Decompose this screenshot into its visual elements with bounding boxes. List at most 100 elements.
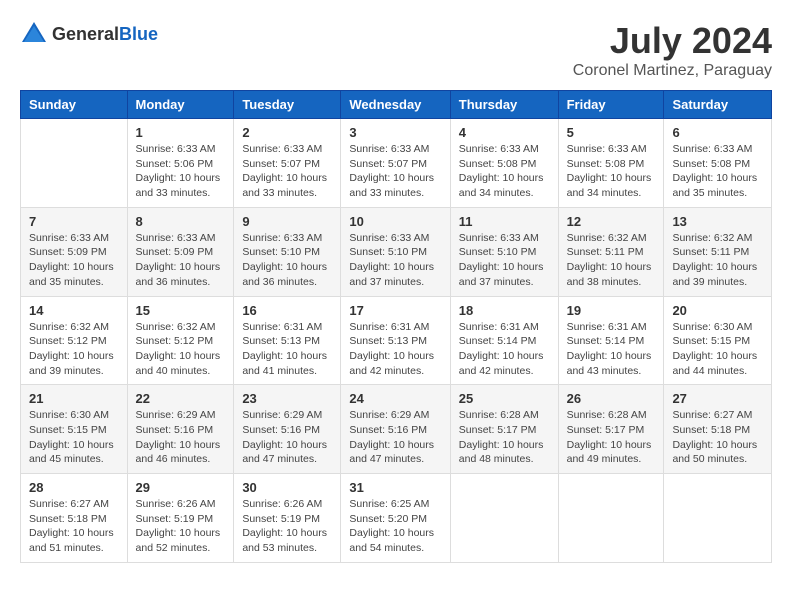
table-row: 23 Sunrise: 6:29 AMSunset: 5:16 PMDayligh… bbox=[234, 385, 341, 474]
table-row: 28 Sunrise: 6:27 AMSunset: 5:18 PMDayligh… bbox=[21, 474, 128, 563]
day-info: Sunrise: 6:31 AMSunset: 5:14 PMDaylight:… bbox=[459, 320, 550, 379]
calendar-week-row: 28 Sunrise: 6:27 AMSunset: 5:18 PMDayligh… bbox=[21, 474, 772, 563]
day-info: Sunrise: 6:33 AMSunset: 5:09 PMDaylight:… bbox=[29, 231, 119, 290]
table-row bbox=[21, 119, 128, 208]
day-number: 16 bbox=[242, 303, 332, 318]
day-info: Sunrise: 6:33 AMSunset: 5:07 PMDaylight:… bbox=[242, 142, 332, 201]
logo: GeneralBlue bbox=[20, 20, 158, 48]
table-row: 21 Sunrise: 6:30 AMSunset: 5:15 PMDayligh… bbox=[21, 385, 128, 474]
table-row: 3 Sunrise: 6:33 AMSunset: 5:07 PMDaylight… bbox=[341, 119, 450, 208]
day-number: 22 bbox=[136, 391, 226, 406]
calendar-week-row: 7 Sunrise: 6:33 AMSunset: 5:09 PMDaylight… bbox=[21, 207, 772, 296]
day-info: Sunrise: 6:33 AMSunset: 5:10 PMDaylight:… bbox=[349, 231, 441, 290]
table-row: 19 Sunrise: 6:31 AMSunset: 5:14 PMDayligh… bbox=[558, 296, 664, 385]
day-info: Sunrise: 6:27 AMSunset: 5:18 PMDaylight:… bbox=[29, 497, 119, 556]
table-row: 10Sunrise: 6:33 AMSunset: 5:10 PMDayligh… bbox=[341, 207, 450, 296]
day-number: 18 bbox=[459, 303, 550, 318]
day-info: Sunrise: 6:33 AMSunset: 5:10 PMDaylight:… bbox=[459, 231, 550, 290]
day-number: 30 bbox=[242, 480, 332, 495]
table-row: 30 Sunrise: 6:26 AMSunset: 5:19 PMDayligh… bbox=[234, 474, 341, 563]
table-row: 20 Sunrise: 6:30 AMSunset: 5:15 PMDayligh… bbox=[664, 296, 772, 385]
day-info: Sunrise: 6:33 AMSunset: 5:07 PMDaylight:… bbox=[349, 142, 441, 201]
day-number: 21 bbox=[29, 391, 119, 406]
day-info: Sunrise: 6:33 AMSunset: 5:06 PMDaylight:… bbox=[136, 142, 226, 201]
table-row: 7 Sunrise: 6:33 AMSunset: 5:09 PMDaylight… bbox=[21, 207, 128, 296]
col-saturday: Saturday bbox=[664, 91, 772, 119]
day-info: Sunrise: 6:30 AMSunset: 5:15 PMDaylight:… bbox=[672, 320, 763, 379]
col-friday: Friday bbox=[558, 91, 664, 119]
day-number: 12 bbox=[567, 214, 656, 229]
day-number: 27 bbox=[672, 391, 763, 406]
table-row: 24 Sunrise: 6:29 AMSunset: 5:16 PMDayligh… bbox=[341, 385, 450, 474]
day-info: Sunrise: 6:29 AMSunset: 5:16 PMDaylight:… bbox=[242, 408, 332, 467]
table-row: 13 Sunrise: 6:32 AMSunset: 5:11 PMDayligh… bbox=[664, 207, 772, 296]
day-info: Sunrise: 6:33 AMSunset: 5:08 PMDaylight:… bbox=[672, 142, 763, 201]
day-info: Sunrise: 6:28 AMSunset: 5:17 PMDaylight:… bbox=[459, 408, 550, 467]
day-number: 19 bbox=[567, 303, 656, 318]
table-row: 1 Sunrise: 6:33 AMSunset: 5:06 PMDaylight… bbox=[127, 119, 234, 208]
table-row: 8 Sunrise: 6:33 AMSunset: 5:09 PMDaylight… bbox=[127, 207, 234, 296]
day-number: 13 bbox=[672, 214, 763, 229]
day-info: Sunrise: 6:31 AMSunset: 5:13 PMDaylight:… bbox=[349, 320, 441, 379]
day-info: Sunrise: 6:33 AMSunset: 5:08 PMDaylight:… bbox=[567, 142, 656, 201]
day-info: Sunrise: 6:32 AMSunset: 5:11 PMDaylight:… bbox=[567, 231, 656, 290]
table-row: 6 Sunrise: 6:33 AMSunset: 5:08 PMDaylight… bbox=[664, 119, 772, 208]
day-number: 3 bbox=[349, 125, 441, 140]
day-number: 28 bbox=[29, 480, 119, 495]
day-number: 29 bbox=[136, 480, 226, 495]
day-number: 1 bbox=[136, 125, 226, 140]
day-number: 8 bbox=[136, 214, 226, 229]
calendar-week-row: 1 Sunrise: 6:33 AMSunset: 5:06 PMDaylight… bbox=[21, 119, 772, 208]
table-row: 17 Sunrise: 6:31 AMSunset: 5:13 PMDayligh… bbox=[341, 296, 450, 385]
logo-icon bbox=[20, 20, 48, 48]
calendar-week-row: 14 Sunrise: 6:32 AMSunset: 5:12 PMDayligh… bbox=[21, 296, 772, 385]
table-row: 15 Sunrise: 6:32 AMSunset: 5:12 PMDayligh… bbox=[127, 296, 234, 385]
table-row: 22 Sunrise: 6:29 AMSunset: 5:16 PMDayligh… bbox=[127, 385, 234, 474]
day-info: Sunrise: 6:26 AMSunset: 5:19 PMDaylight:… bbox=[242, 497, 332, 556]
day-info: Sunrise: 6:28 AMSunset: 5:17 PMDaylight:… bbox=[567, 408, 656, 467]
day-number: 2 bbox=[242, 125, 332, 140]
table-row: 14 Sunrise: 6:32 AMSunset: 5:12 PMDayligh… bbox=[21, 296, 128, 385]
day-number: 17 bbox=[349, 303, 441, 318]
col-monday: Monday bbox=[127, 91, 234, 119]
day-number: 24 bbox=[349, 391, 441, 406]
table-row: 11Sunrise: 6:33 AMSunset: 5:10 PMDayligh… bbox=[450, 207, 558, 296]
table-row bbox=[450, 474, 558, 563]
calendar-header-row: Sunday Monday Tuesday Wednesday Thursday… bbox=[21, 91, 772, 119]
day-number: 9 bbox=[242, 214, 332, 229]
day-info: Sunrise: 6:32 AMSunset: 5:12 PMDaylight:… bbox=[29, 320, 119, 379]
day-number: 7 bbox=[29, 214, 119, 229]
day-number: 15 bbox=[136, 303, 226, 318]
day-number: 14 bbox=[29, 303, 119, 318]
table-row: 4Sunrise: 6:33 AMSunset: 5:08 PMDaylight… bbox=[450, 119, 558, 208]
day-number: 5 bbox=[567, 125, 656, 140]
calendar-week-row: 21 Sunrise: 6:30 AMSunset: 5:15 PMDayligh… bbox=[21, 385, 772, 474]
day-info: Sunrise: 6:27 AMSunset: 5:18 PMDaylight:… bbox=[672, 408, 763, 467]
col-tuesday: Tuesday bbox=[234, 91, 341, 119]
day-info: Sunrise: 6:30 AMSunset: 5:15 PMDaylight:… bbox=[29, 408, 119, 467]
col-wednesday: Wednesday bbox=[341, 91, 450, 119]
logo-general-text: GeneralBlue bbox=[52, 24, 158, 45]
day-info: Sunrise: 6:32 AMSunset: 5:12 PMDaylight:… bbox=[136, 320, 226, 379]
day-number: 20 bbox=[672, 303, 763, 318]
day-number: 23 bbox=[242, 391, 332, 406]
day-info: Sunrise: 6:29 AMSunset: 5:16 PMDaylight:… bbox=[136, 408, 226, 467]
day-info: Sunrise: 6:33 AMSunset: 5:09 PMDaylight:… bbox=[136, 231, 226, 290]
calendar-table: Sunday Monday Tuesday Wednesday Thursday… bbox=[20, 90, 772, 563]
day-number: 31 bbox=[349, 480, 441, 495]
table-row bbox=[558, 474, 664, 563]
table-row: 5 Sunrise: 6:33 AMSunset: 5:08 PMDaylight… bbox=[558, 119, 664, 208]
table-row: 26Sunrise: 6:28 AMSunset: 5:17 PMDayligh… bbox=[558, 385, 664, 474]
day-info: Sunrise: 6:32 AMSunset: 5:11 PMDaylight:… bbox=[672, 231, 763, 290]
table-row: 27 Sunrise: 6:27 AMSunset: 5:18 PMDayligh… bbox=[664, 385, 772, 474]
day-number: 6 bbox=[672, 125, 763, 140]
table-row: 25 Sunrise: 6:28 AMSunset: 5:17 PMDayligh… bbox=[450, 385, 558, 474]
day-number: 25 bbox=[459, 391, 550, 406]
day-info: Sunrise: 6:31 AMSunset: 5:14 PMDaylight:… bbox=[567, 320, 656, 379]
table-row: 16Sunrise: 6:31 AMSunset: 5:13 PMDayligh… bbox=[234, 296, 341, 385]
day-info: Sunrise: 6:33 AMSunset: 5:10 PMDaylight:… bbox=[242, 231, 332, 290]
day-info: Sunrise: 6:26 AMSunset: 5:19 PMDaylight:… bbox=[136, 497, 226, 556]
day-info: Sunrise: 6:29 AMSunset: 5:16 PMDaylight:… bbox=[349, 408, 441, 467]
title-section: July 2024 Coronel Martinez, Paraguay bbox=[573, 20, 772, 80]
page-header: GeneralBlue July 2024 Coronel Martinez, … bbox=[20, 20, 772, 80]
